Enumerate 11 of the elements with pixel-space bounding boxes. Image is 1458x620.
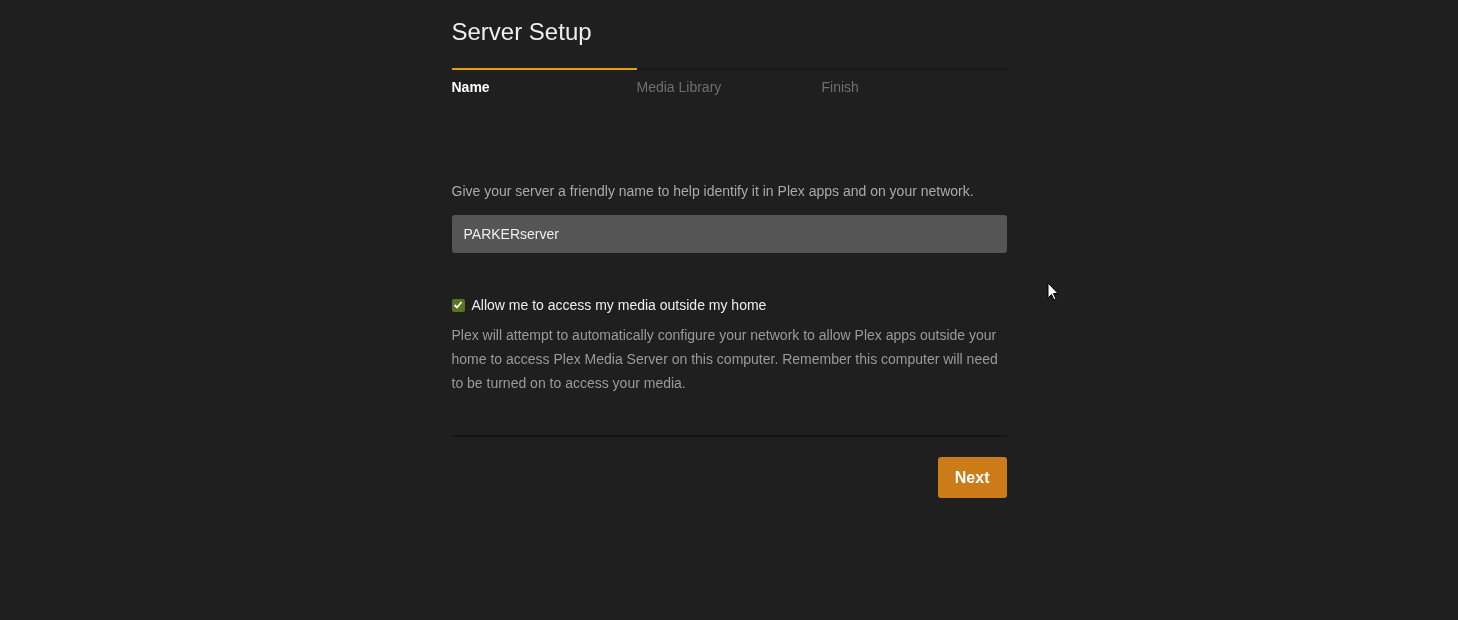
mouse-pointer-icon <box>1047 282 1059 301</box>
step-tab[interactable]: Name <box>451 68 637 95</box>
description-text: Give your server a friendly name to help identify it in Plex apps and on your network. <box>451 182 975 201</box>
page-title: Server Setup <box>451 18 593 46</box>
next-button[interactable]: Next <box>937 457 1007 498</box>
step-tab[interactable]: Finish <box>821 68 1007 95</box>
remote-access-note: Plex will attempt to automatically configure your network to allow Plex apps outside your home to access Plex Media Server on this computer. Remember this computer will need to be turned on to access your media. <box>451 326 999 393</box>
server-name-field[interactable]: PARKERserver <box>451 215 1007 253</box>
checkbox-label: Allow me to access my media outside my home <box>471 297 767 313</box>
checkbox[interactable] <box>451 298 465 312</box>
step-tab[interactable]: Media Library <box>636 68 822 95</box>
